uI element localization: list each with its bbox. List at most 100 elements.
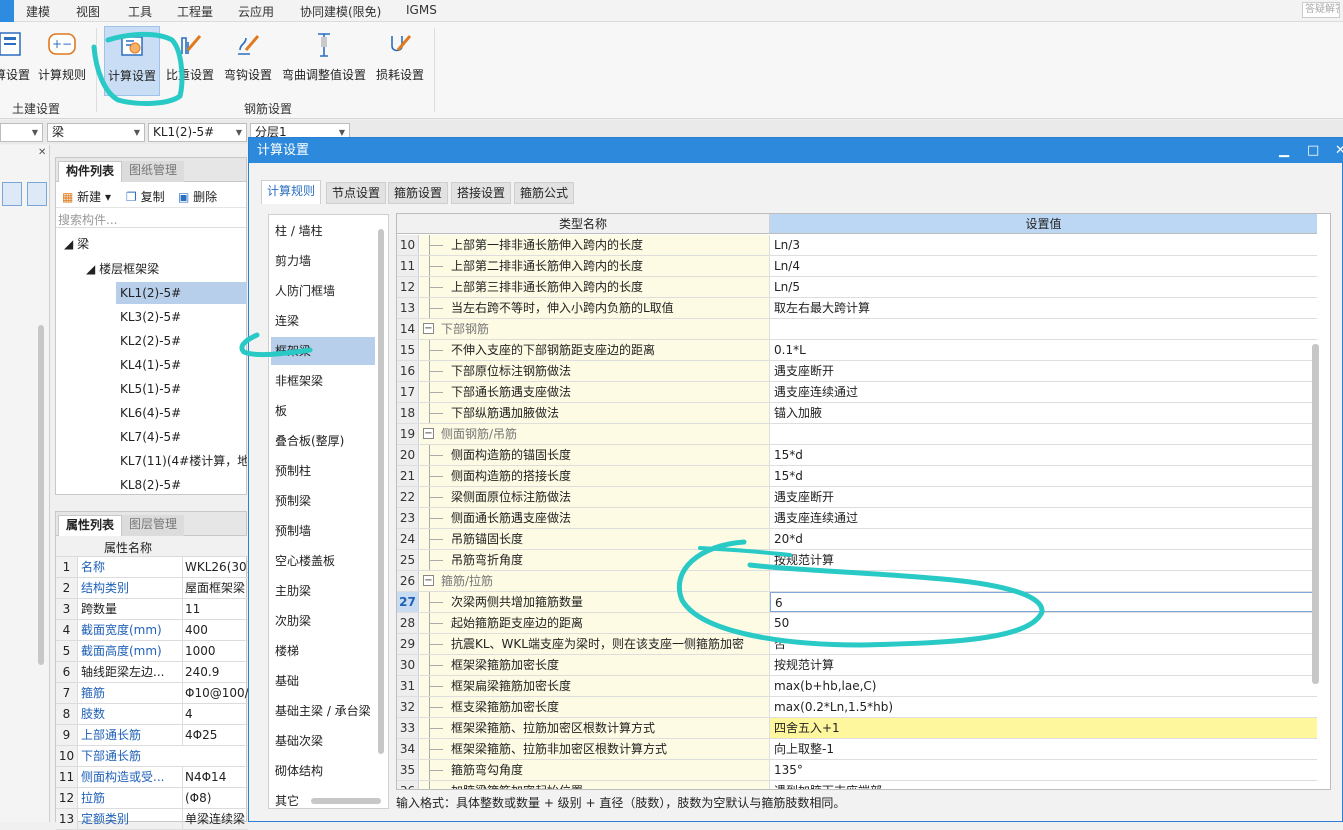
category-item[interactable]: 预制梁 (271, 487, 375, 515)
menu-view[interactable]: 视图 (76, 3, 100, 20)
category-item[interactable]: 基础主梁 / 承台梁 (271, 697, 375, 725)
setting-row[interactable]: 20 侧面构造筋的锚固长度 15*d (397, 445, 1317, 466)
setting-row[interactable]: 29 抗震KL、WKL端支座为梁时，则在该支座一侧箍筋加密 否 (397, 634, 1317, 655)
setting-row[interactable]: 18 下部纵筋遇加腋做法 锚入加腋 (397, 403, 1317, 424)
setting-value[interactable]: 遇支座连续通过 (770, 508, 1317, 528)
setting-value[interactable]: 15*d (770, 466, 1317, 486)
setting-row[interactable]: 36 加腋梁箍筋加密起始位置 遇到加腋下支座端部 (397, 781, 1317, 789)
setting-row[interactable]: 24 吊筋锚固长度 20*d (397, 529, 1317, 550)
property-value[interactable]: 11 (182, 599, 248, 619)
category-item[interactable]: 框架梁 (271, 337, 375, 365)
scrollbar[interactable] (38, 325, 44, 665)
tree-item[interactable]: KL8(2)-5# (120, 474, 181, 496)
property-value[interactable]: 屋面框架梁 (182, 578, 248, 598)
setting-value[interactable]: 否 (770, 634, 1317, 654)
maximize-icon[interactable]: □ (1307, 138, 1319, 163)
setting-value[interactable]: 遇支座连续通过 (770, 382, 1317, 402)
setting-row[interactable]: 30 框架梁箍筋加密长度 按规范计算 (397, 655, 1317, 676)
property-value[interactable]: N4Φ14 (182, 767, 248, 787)
property-value[interactable]: 1000 (182, 641, 248, 661)
setting-value[interactable]: 6 (770, 592, 1317, 612)
setting-row[interactable]: 25 吊筋弯折角度 按规范计算 (397, 550, 1317, 571)
tree-root[interactable]: ◢ 梁 (64, 233, 89, 255)
setting-row[interactable]: 16 下部原位标注钢筋做法 遇支座断开 (397, 361, 1317, 382)
component-select[interactable]: KL1(2)-5# ▼ (148, 123, 247, 142)
setting-value[interactable]: 遇到加腋下支座端部 (770, 781, 1317, 789)
floor-select[interactable]: ▼ (0, 123, 43, 142)
setting-value[interactable]: 按规范计算 (770, 550, 1317, 570)
category-item[interactable]: 基础次梁 (271, 727, 375, 755)
property-row[interactable]: 3 跨数量 11 (56, 599, 248, 620)
bend-adjust-button[interactable]: 弯曲调整值设置 (280, 26, 368, 94)
civil-settings-button[interactable]: 算设置 (0, 26, 32, 94)
help-search-input[interactable]: 答疑解答 (1302, 2, 1340, 18)
property-row[interactable]: 10 下部通长筋 (56, 746, 248, 767)
scrollbar[interactable] (311, 798, 381, 804)
setting-value[interactable]: 锚入加腋 (770, 403, 1317, 423)
category-item[interactable]: 预制墙 (271, 517, 375, 545)
setting-row[interactable]: 12 上部第三排非通长筋伸入跨内的长度 Ln/5 (397, 277, 1317, 298)
menu-quantity[interactable]: 工程量 (177, 3, 213, 20)
tab-stirrup-settings[interactable]: 箍筋设置 (388, 182, 449, 204)
setting-row[interactable]: 23 侧面通长筋遇支座做法 遇支座连续通过 (397, 508, 1317, 529)
copy-button[interactable]: ❐ 复制 (126, 188, 165, 205)
hook-settings-button[interactable]: 弯钩设置 (222, 26, 274, 94)
tab-property-list[interactable]: 属性列表 (58, 515, 123, 536)
setting-row[interactable]: 10 上部第一排非通长筋伸入跨内的长度 Ln/3 (397, 235, 1317, 256)
setting-row[interactable]: 15 不伸入支座的下部钢筋距支座边的距离 0.1*L (397, 340, 1317, 361)
scrollbar[interactable] (378, 229, 384, 754)
category-item[interactable]: 楼梯 (271, 637, 375, 665)
tab-stirrup-formula[interactable]: 箍筋公式 (514, 182, 575, 204)
tree-item[interactable]: KL7(4)-5# (120, 426, 181, 448)
property-row[interactable]: 1 名称 WKL26(30) (56, 557, 248, 578)
setting-row[interactable]: 11 上部第二排非通长筋伸入跨内的长度 Ln/4 (397, 256, 1317, 277)
setting-value[interactable]: 向上取整-1 (770, 739, 1317, 759)
menu-igms[interactable]: IGMS (406, 3, 437, 17)
menu-cloud[interactable]: 云应用 (238, 3, 274, 20)
weight-settings-button[interactable]: 比重设置 (164, 26, 216, 94)
group-row[interactable]: 19− 侧面钢筋/吊筋 (397, 424, 1317, 445)
property-value[interactable]: 400 (182, 620, 248, 640)
setting-row[interactable]: 33 框架梁箍筋、拉筋加密区根数计算方式 四舍五入+1 (397, 718, 1317, 739)
detail-view-icon[interactable] (27, 182, 47, 206)
property-row[interactable]: 11 侧面构造或受... N4Φ14 (56, 767, 248, 788)
collapse-icon[interactable]: − (423, 428, 434, 439)
setting-row[interactable]: 35 箍筋弯勾角度 135° (397, 760, 1317, 781)
tree-item[interactable]: KL3(2)-5# (120, 306, 181, 328)
setting-row[interactable]: 13 当左右跨不等时，伸入小跨内负筋的L取值 取左右最大跨计算 (397, 298, 1317, 319)
menu-modeling[interactable]: 建模 (26, 3, 50, 20)
setting-row[interactable]: 28 起始箍筋距支座边的距离 50 (397, 613, 1317, 634)
setting-row[interactable]: 17 下部通长筋遇支座做法 遇支座连续通过 (397, 382, 1317, 403)
property-row[interactable]: 2 结构类别 屋面框架梁 (56, 578, 248, 599)
tab-calc-rules[interactable]: 计算规则 (261, 180, 322, 204)
setting-value[interactable]: 四舍五入+1 (770, 718, 1317, 738)
component-search-input[interactable]: 搜索构件... (56, 208, 246, 228)
setting-value[interactable]: 50 (770, 613, 1317, 633)
setting-value[interactable]: 取左右最大跨计算 (770, 298, 1317, 318)
list-view-icon[interactable] (2, 182, 22, 206)
tree-item[interactable]: KL5(1)-5# (120, 378, 181, 400)
setting-row[interactable]: 32 框支梁箍筋加密长度 max(0.2*Ln,1.5*hb) (397, 697, 1317, 718)
property-row[interactable]: 13 定额类别 单梁连续梁 (56, 809, 248, 830)
property-row[interactable]: 5 截面高度(mm) 1000 (56, 641, 248, 662)
property-value[interactable]: Φ10@100/ (182, 683, 248, 703)
tab-drawing-management[interactable]: 图纸管理 (122, 161, 185, 182)
setting-value[interactable]: Ln/4 (770, 256, 1317, 276)
category-item[interactable]: 预制柱 (271, 457, 375, 485)
property-value[interactable]: WKL26(30) (182, 557, 248, 577)
new-button[interactable]: ▦ 新建 ▾ (62, 188, 111, 205)
setting-value[interactable]: 遇支座断开 (770, 361, 1317, 381)
setting-row[interactable]: 31 框架扁梁箍筋加密长度 max(b+hb,lae,C) (397, 676, 1317, 697)
property-row[interactable]: 9 上部通长筋 4Φ25 (56, 725, 248, 746)
group-row[interactable]: 26− 箍筋/拉筋 (397, 571, 1317, 592)
menu-collab[interactable]: 协同建模(限免) (300, 3, 381, 20)
setting-value[interactable]: 遇支座断开 (770, 487, 1317, 507)
tree-item[interactable]: KL1(2)-5# (116, 282, 247, 304)
close-icon[interactable]: ✕ (38, 147, 46, 158)
group-row[interactable]: 14− 下部钢筋 (397, 319, 1317, 340)
setting-value[interactable]: max(0.2*Ln,1.5*hb) (770, 697, 1317, 717)
category-item[interactable]: 空心楼盖板 (271, 547, 375, 575)
setting-row[interactable]: 21 侧面构造筋的搭接长度 15*d (397, 466, 1317, 487)
setting-value[interactable] (770, 424, 1317, 444)
property-row[interactable]: 7 箍筋 Φ10@100/ (56, 683, 248, 704)
